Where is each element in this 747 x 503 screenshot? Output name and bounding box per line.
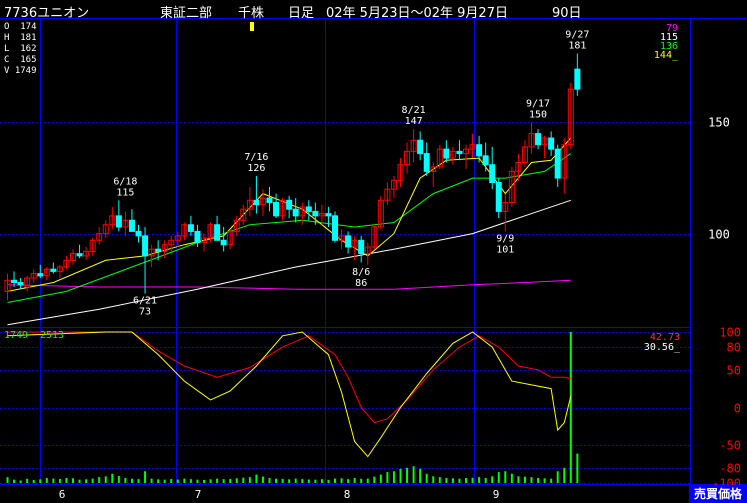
oscillator-line-yellow (7, 331, 572, 458)
annotation-value-label: 101 (496, 244, 514, 255)
candle-body (548, 137, 555, 150)
annotation-date-label: 9/17 (526, 98, 550, 109)
candle-body (305, 206, 312, 212)
candle-body (76, 253, 83, 257)
annotation-value-label: 181 (568, 41, 586, 52)
month-tick-label: 7 (195, 488, 202, 501)
ohlc-low-row: L 162 (4, 44, 37, 54)
oscillator-line-red (7, 331, 571, 424)
candle-body (142, 235, 149, 257)
candle-body (220, 239, 227, 246)
candle-body (273, 202, 280, 217)
candle-body (482, 155, 489, 166)
candle-body (358, 239, 365, 255)
oscillator-tick-label: 0 (734, 402, 741, 416)
candle-body (476, 144, 483, 157)
annotation-date-label: 8/21 (402, 105, 426, 116)
annotation-value-label: 115 (116, 187, 134, 198)
candle-body (286, 199, 293, 210)
scroll-marker[interactable] (250, 22, 254, 31)
price-tick-label: 100 (708, 228, 730, 242)
annotation-date-label: 9/9 (496, 233, 514, 244)
candle-body (50, 268, 57, 272)
candle-body (554, 148, 561, 179)
chart-header: 7736ユニオン 東証二部 千株 日足 02年 5月23日〜02年 9月27日 … (4, 2, 743, 21)
annotation-date-label: 6/21 (133, 296, 157, 307)
annotation-date-label: 7/16 (244, 152, 268, 163)
annotation-value-label: 150 (529, 109, 547, 120)
annotation-value-label: 73 (139, 307, 151, 318)
candle-body (345, 235, 352, 248)
candle-body (423, 153, 430, 172)
candle-body (128, 219, 135, 232)
moving-average-mid (7, 153, 572, 303)
annotation-value-label: 126 (247, 163, 265, 174)
month-tick-label: 6 (59, 488, 66, 501)
annotation-value-label: 147 (405, 116, 423, 127)
candle-body (495, 182, 502, 212)
oscillator-tick-label: -80 (719, 462, 741, 476)
candle-body (443, 148, 450, 159)
candle-body (214, 224, 221, 241)
annotation-date-label: 6/18 (113, 176, 137, 187)
candle-body (266, 197, 273, 204)
annotation-date-label: 9/27 (565, 30, 589, 41)
candle-body (574, 68, 581, 90)
candle-body (11, 279, 18, 284)
ohlc-high-row: H 181 (4, 33, 37, 43)
candle-body (456, 150, 463, 155)
candle-body (187, 224, 194, 232)
oscillator-legend-value: 30.56_ (644, 342, 681, 353)
price-tick-label: 150 (708, 116, 730, 130)
oscillator-tick-label: 50 (727, 364, 741, 378)
period-type: 日足 (288, 6, 315, 21)
ma-legend-value: 144_ (654, 50, 679, 61)
price-mode-button[interactable]: 売買価格 (689, 485, 747, 503)
ohlc-open-row: O 174 (4, 22, 37, 32)
month-tick-label: 9 (493, 488, 500, 501)
oscillator-tick-label: 100 (719, 326, 741, 340)
moving-average-long (7, 199, 571, 326)
volume-legend-value: 2513 (40, 330, 64, 341)
candle-body (115, 215, 122, 228)
stock-code-name: 7736ユニオン (4, 6, 90, 21)
candle-body (332, 215, 338, 241)
annotation-date-label: 8/6 (352, 267, 370, 278)
candle-body (37, 273, 44, 277)
oscillator-tick-label: 80 (727, 341, 741, 355)
annotation-value-label: 86 (355, 278, 367, 289)
volume-unit: 千株 (238, 6, 265, 21)
day-count: 90日 (552, 6, 582, 21)
candle-body (135, 230, 142, 237)
candle-body (292, 208, 299, 217)
candle-body (489, 164, 496, 184)
candle-body (325, 213, 332, 217)
chart-canvas[interactable]: 6 7 8 910015010080500-50-80-1006/181156/217… (0, 0, 747, 503)
candle-body (155, 248, 162, 252)
oscillator-tick-label: -50 (719, 439, 741, 453)
candle-body (253, 199, 260, 206)
candle-body (417, 139, 424, 155)
candle-body (17, 282, 24, 286)
ohlc-readout: O 174 H 181 L 162 C 165 V 1749 (4, 22, 37, 77)
market-name: 東証二部 (160, 6, 213, 21)
candle-body (194, 230, 201, 244)
candle-body (535, 133, 542, 146)
ohlc-volume-row: V 1749 (4, 66, 37, 76)
volume-legend-value: 1749 (4, 330, 28, 341)
date-range: 02年 5月23日〜02年 9月27日 (326, 6, 508, 21)
candle-body (312, 210, 319, 217)
month-tick-label: 8 (344, 488, 351, 501)
ohlc-close-row: C 165 (4, 55, 37, 65)
stock-chart-window: 6 7 8 9 100 150 100 80 50 0 -50 -80 -100 6/18 115 6/21 7… (0, 0, 747, 503)
